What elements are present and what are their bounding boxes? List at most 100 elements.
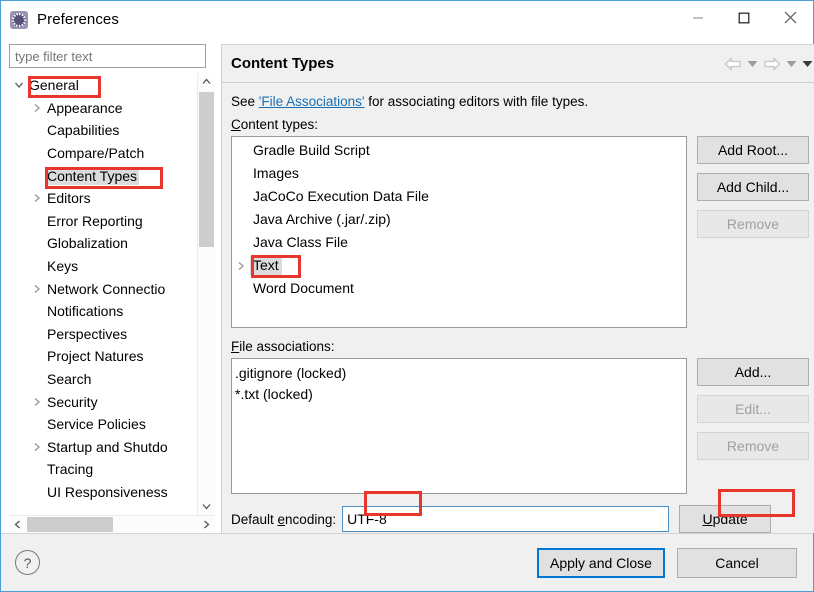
title-bar: Preferences: [1, 1, 813, 38]
close-icon[interactable]: [767, 1, 813, 34]
sidebar-item-editors[interactable]: Editors: [9, 187, 197, 210]
sidebar-item-general[interactable]: General: [9, 74, 197, 97]
file-association-item[interactable]: .gitignore (locked): [235, 362, 686, 383]
tree-collapsed-icon[interactable]: [29, 103, 45, 113]
tree-collapsed-icon[interactable]: [232, 261, 250, 271]
content-types-buttons: Add Root... Add Child... Remove: [697, 136, 809, 238]
file-associations-hint: See 'File Associations' for associating …: [231, 94, 809, 109]
sidebar-item-tracing[interactable]: Tracing: [9, 458, 197, 481]
footer-buttons: Apply and Close Cancel: [537, 548, 797, 578]
page-nav-icons: [724, 55, 813, 73]
sidebar-item-search[interactable]: Search: [9, 368, 197, 391]
update-encoding-button[interactable]: Update: [679, 505, 771, 533]
back-dropdown-icon[interactable]: [747, 55, 758, 73]
content-type-item[interactable]: Java Class File: [232, 231, 686, 254]
content-type-item[interactable]: JaCoCo Execution Data File: [232, 185, 686, 208]
tree-vertical-scrollbar[interactable]: [197, 73, 215, 515]
preference-page: Content Types: [221, 44, 814, 533]
sidebar-item-label: Appearance: [45, 99, 125, 117]
view-menu-dropdown-icon[interactable]: [802, 55, 813, 73]
back-arrow-icon[interactable]: [724, 55, 742, 73]
file-associations-list[interactable]: .gitignore (locked)*.txt (locked): [231, 358, 687, 494]
scroll-up-icon[interactable]: [198, 73, 215, 90]
page-title: Content Types: [231, 55, 334, 72]
preferences-dialog: Preferences General Appearance Capabilitie…: [0, 0, 814, 592]
sidebar-item-label: Globalization: [45, 234, 130, 252]
sidebar-item-startup-and-shutdo[interactable]: Startup and Shutdo: [9, 436, 197, 459]
sidebar-item-label: Project Natures: [45, 347, 145, 365]
default-encoding-label: Default encoding:: [231, 512, 336, 527]
page-body: See 'File Associations' for associating …: [222, 83, 814, 533]
file-association-item[interactable]: *.txt (locked): [235, 383, 686, 404]
sidebar-item-project-natures[interactable]: Project Natures: [9, 345, 197, 368]
sidebar-item-label: Capabilities: [45, 121, 121, 139]
sidebar-item-compare-patch[interactable]: Compare/Patch: [9, 142, 197, 165]
sidebar-item-keys[interactable]: Keys: [9, 255, 197, 278]
tree-vscroll-track[interactable]: [198, 90, 215, 498]
see-prefix: See: [231, 94, 259, 109]
sidebar-item-security[interactable]: Security: [9, 390, 197, 413]
tree-collapsed-icon[interactable]: [29, 442, 45, 452]
tree-collapsed-icon[interactable]: [29, 193, 45, 203]
add-child-button[interactable]: Add Child...: [697, 173, 809, 201]
content-type-label: JaCoCo Execution Data File: [250, 187, 432, 206]
sidebar-item-network-connectio[interactable]: Network Connectio: [9, 277, 197, 300]
window-controls: [675, 1, 813, 38]
sidebar-item-label: Startup and Shutdo: [45, 438, 170, 456]
content-type-item[interactable]: Java Archive (.jar/.zip): [232, 208, 686, 231]
sidebar-item-label: Service Policies: [45, 415, 148, 433]
tree-hscroll-track[interactable]: [26, 516, 198, 533]
sidebar-item-error-reporting[interactable]: Error Reporting: [9, 210, 197, 233]
default-encoding-input[interactable]: [342, 506, 669, 532]
tree-collapsed-icon[interactable]: [29, 397, 45, 407]
cancel-button[interactable]: Cancel: [677, 548, 797, 578]
maximize-icon[interactable]: [721, 1, 767, 34]
tree-hscroll-thumb[interactable]: [27, 517, 113, 532]
sidebar-item-content-types[interactable]: Content Types: [9, 164, 197, 187]
page-header: Content Types: [222, 45, 814, 83]
file-associations-buttons: Add...Edit...Remove: [697, 358, 809, 460]
forward-dropdown-icon[interactable]: [786, 55, 797, 73]
minimize-icon[interactable]: [675, 1, 721, 34]
help-icon[interactable]: ?: [15, 550, 40, 575]
apply-and-close-button[interactable]: Apply and Close: [537, 548, 665, 578]
edit-association-button: Edit...: [697, 395, 809, 423]
default-encoding-row: Default encoding: Update: [231, 505, 809, 533]
scroll-down-icon[interactable]: [198, 498, 215, 515]
remove-content-type-button: Remove: [697, 210, 809, 238]
sidebar-item-label: Search: [45, 370, 93, 388]
scroll-left-icon[interactable]: [9, 516, 26, 533]
content-type-label: Text: [250, 256, 282, 275]
scroll-right-icon[interactable]: [198, 516, 215, 533]
forward-arrow-icon[interactable]: [763, 55, 781, 73]
sidebar-item-label: Tracing: [45, 460, 95, 478]
content-type-item[interactable]: Word Document: [232, 277, 686, 300]
tree-horizontal-scrollbar[interactable]: [9, 515, 215, 533]
sidebar-item-label: Content Types: [45, 167, 139, 185]
content-type-item[interactable]: Gradle Build Script: [232, 139, 686, 162]
add-association-button[interactable]: Add...: [697, 358, 809, 386]
sidebar-item-ui-responsiveness[interactable]: UI Responsiveness: [9, 481, 197, 504]
sidebar-item-appearance[interactable]: Appearance: [9, 97, 197, 120]
file-associations-link[interactable]: 'File Associations': [259, 94, 365, 109]
sidebar-item-service-policies[interactable]: Service Policies: [9, 413, 197, 436]
sidebar-item-globalization[interactable]: Globalization: [9, 232, 197, 255]
sidebar-item-label: Notifications: [45, 302, 125, 320]
sidebar-item-label: General: [27, 76, 81, 94]
sidebar-item-capabilities[interactable]: Capabilities: [9, 119, 197, 142]
file-associations-row: .gitignore (locked)*.txt (locked) Add...…: [231, 358, 809, 494]
content-type-item[interactable]: Images: [232, 162, 686, 185]
sidebar-item-label: UI Responsiveness: [45, 483, 170, 501]
content-types-list[interactable]: Gradle Build Script Images JaCoCo Executio…: [231, 136, 687, 328]
add-root-button[interactable]: Add Root...: [697, 136, 809, 164]
content-types-label-rest: ontent types:: [241, 117, 318, 132]
sidebar-item-perspectives[interactable]: Perspectives: [9, 323, 197, 346]
tree-expanded-icon[interactable]: [11, 80, 27, 90]
content-type-item[interactable]: Text: [232, 254, 686, 277]
sidebar-item-label: Network Connectio: [45, 280, 167, 298]
sidebar-item-notifications[interactable]: Notifications: [9, 300, 197, 323]
filter-input[interactable]: [9, 44, 206, 68]
content-type-label: Gradle Build Script: [250, 141, 373, 160]
tree-vscroll-thumb[interactable]: [199, 92, 214, 247]
tree-collapsed-icon[interactable]: [29, 284, 45, 294]
